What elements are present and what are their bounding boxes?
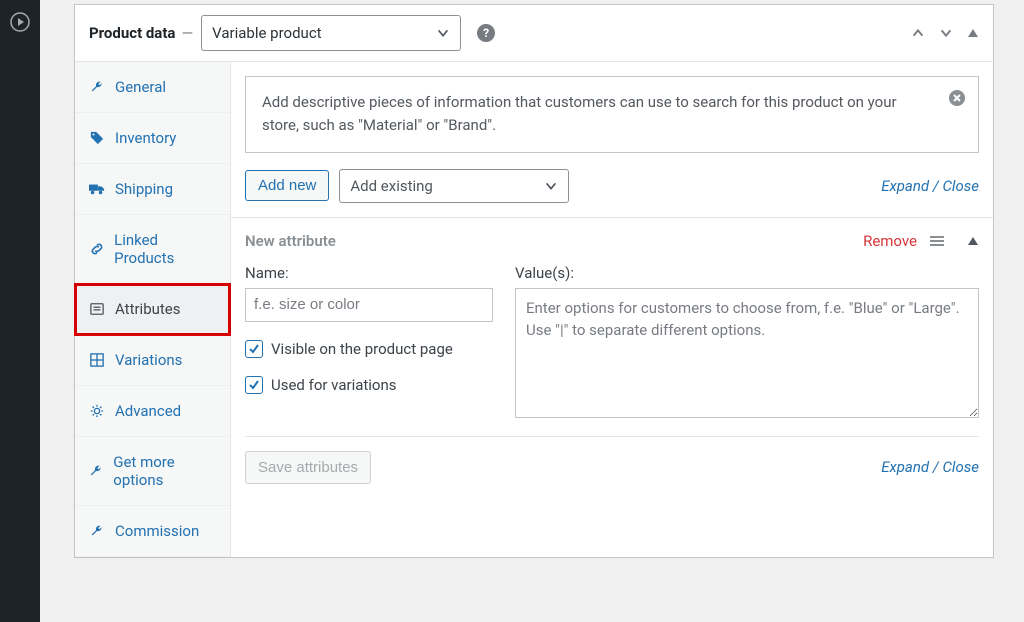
tab-label: General (115, 78, 166, 96)
visible-label: Visible on the product page (271, 340, 453, 358)
attribute-body: Name: Visible on the product page Used f… (245, 264, 979, 437)
notice-text: Add descriptive pieces of information th… (262, 93, 897, 134)
tab-label: Advanced (115, 402, 181, 420)
tab-general[interactable]: General (75, 62, 230, 113)
play-icon[interactable] (8, 10, 32, 34)
move-up-icon[interactable] (911, 26, 925, 40)
wrench-icon (89, 80, 105, 94)
remove-link[interactable]: Remove (863, 232, 917, 250)
tab-advanced[interactable]: Advanced (75, 386, 230, 437)
add-new-button[interactable]: Add new (245, 170, 329, 201)
attributes-footer: Save attributes Expand / Close (245, 451, 979, 484)
tab-label: Attributes (115, 300, 181, 318)
attributes-toolbar: Add new Add existing Expand / Close (245, 169, 979, 217)
product-type-value: Variable product (212, 24, 321, 42)
list-icon (89, 302, 105, 316)
tab-linked-products[interactable]: Linked Products (75, 215, 230, 284)
tag-icon (89, 131, 105, 145)
tab-shipping[interactable]: Shipping (75, 164, 230, 215)
product-tabs-sidebar: General Inventory Shipping Linked Produc… (75, 62, 231, 557)
checkbox-icon (245, 376, 263, 394)
move-down-icon[interactable] (939, 26, 953, 40)
wrench-icon (89, 464, 103, 478)
attributes-content: Add descriptive pieces of information th… (231, 62, 993, 557)
attribute-values-textarea[interactable] (515, 288, 979, 418)
save-attributes-button[interactable]: Save attributes (245, 451, 371, 484)
add-existing-placeholder: Add existing (350, 177, 432, 195)
dismiss-icon[interactable] (948, 89, 966, 107)
info-notice: Add descriptive pieces of information th… (245, 76, 979, 153)
tab-variations[interactable]: Variations (75, 335, 230, 386)
product-data-panel: Product data — Variable product ? Genera… (74, 4, 994, 558)
attribute-name-column: Name: Visible on the product page Used f… (245, 264, 493, 422)
expand-close-link[interactable]: Expand / Close (881, 458, 979, 476)
expand-close-link[interactable]: Expand / Close (881, 177, 979, 195)
link-icon (89, 242, 104, 256)
grid-icon (89, 353, 105, 367)
tab-label: Inventory (115, 129, 176, 147)
panel-title: Product data (89, 24, 175, 42)
name-label: Name: (245, 264, 493, 282)
values-label: Value(s): (515, 264, 979, 282)
panel-header: Product data — Variable product ? (75, 5, 993, 62)
attribute-heading: New attribute (245, 232, 336, 250)
attribute-values-column: Value(s): (515, 264, 979, 422)
panel-header-actions (911, 26, 979, 40)
tab-label: Linked Products (114, 231, 216, 267)
variations-label: Used for variations (271, 376, 397, 394)
wrench-icon (89, 524, 105, 538)
chevron-down-icon (436, 26, 450, 40)
tab-label: Variations (115, 351, 182, 369)
admin-sidebar (0, 0, 40, 622)
truck-icon (89, 182, 105, 196)
checkbox-icon (245, 340, 263, 358)
gear-icon (89, 404, 105, 418)
drag-handle-icon[interactable] (929, 234, 945, 248)
collapse-attribute-icon[interactable] (967, 235, 979, 247)
collapse-icon[interactable] (967, 27, 979, 39)
tab-inventory[interactable]: Inventory (75, 113, 230, 164)
tab-commission[interactable]: Commission (75, 506, 230, 557)
tab-label: Get more options (113, 453, 216, 489)
product-type-select[interactable]: Variable product (201, 15, 461, 51)
variations-checkbox-row[interactable]: Used for variations (245, 376, 493, 394)
attribute-name-input[interactable] (245, 288, 493, 322)
tab-label: Shipping (115, 180, 173, 198)
title-dash: — (181, 24, 193, 42)
tab-get-more-options[interactable]: Get more options (75, 437, 230, 506)
add-existing-select[interactable]: Add existing (339, 169, 569, 203)
help-icon[interactable]: ? (477, 24, 495, 42)
visible-checkbox-row[interactable]: Visible on the product page (245, 340, 493, 358)
chevron-down-icon (544, 179, 558, 193)
tab-label: Commission (115, 522, 199, 540)
tab-attributes[interactable]: Attributes (75, 284, 230, 335)
attribute-header: New attribute Remove (245, 218, 979, 264)
